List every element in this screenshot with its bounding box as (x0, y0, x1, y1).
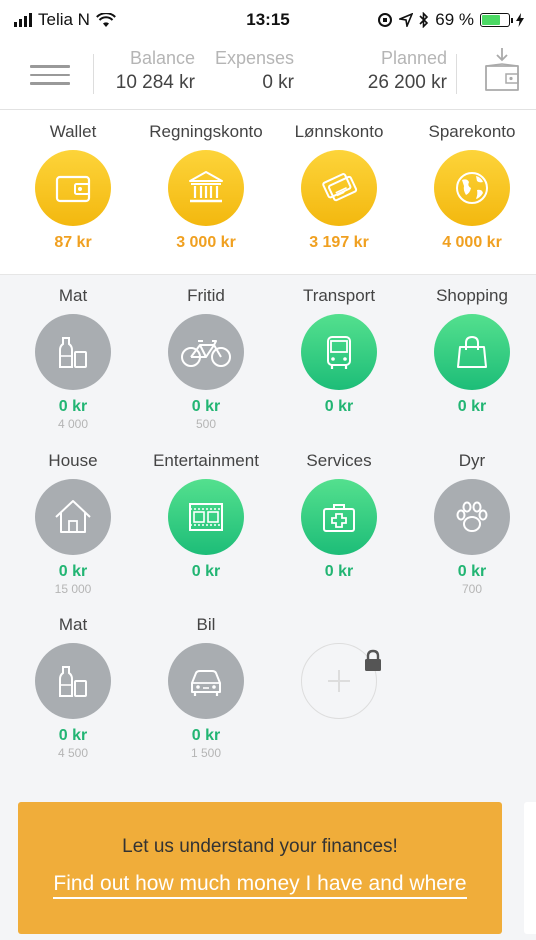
account-lonnskonto[interactable]: Lønnskonto 3 197 kr (272, 122, 406, 252)
cards-icon[interactable] (301, 150, 377, 226)
account-amount: 4 000 kr (442, 234, 502, 251)
bicycle-icon[interactable] (168, 314, 244, 390)
planned-stat[interactable]: Planned 26 200 kr (368, 48, 447, 94)
account-name: Lønnskonto (294, 122, 384, 141)
category-amount: 0 kr (58, 398, 88, 415)
category-amount: 0 kr (191, 398, 221, 415)
category-planned: 700 (461, 582, 483, 596)
bluetooth-icon (419, 12, 429, 28)
battery-icon (480, 13, 513, 27)
category-planned: 1 500 (190, 746, 222, 760)
category-entertainment[interactable]: Entertainment 0 kr (139, 451, 273, 582)
bottles-icon[interactable] (35, 314, 111, 390)
category-name: Services (306, 451, 372, 470)
category-planned: 15 000 (54, 582, 92, 596)
menu-icon[interactable] (30, 65, 70, 87)
category-amount: 0 kr (324, 563, 354, 580)
battery-percent: 69 % (435, 10, 474, 29)
expenses-stat[interactable]: Expenses 0 kr (215, 48, 294, 94)
account-name: Regningskonto (149, 122, 263, 141)
shopping-bag-icon[interactable] (434, 314, 510, 390)
expenses-label: Expenses (214, 48, 294, 68)
bottles-icon[interactable] (35, 643, 111, 719)
category-transport[interactable]: Transport 0 kr (272, 286, 406, 417)
category-dyr[interactable]: Dyr 0 kr 700 (405, 451, 536, 596)
account-name: Wallet (49, 122, 97, 141)
category-name: Transport (302, 286, 376, 305)
planned-value: 26 200 kr (367, 72, 447, 93)
first-aid-icon[interactable] (301, 479, 377, 555)
category-fritid[interactable]: Fritid 0 kr 500 (139, 286, 273, 431)
category-shopping[interactable]: Shopping 0 kr (405, 286, 536, 417)
divider (93, 54, 94, 94)
account-wallet[interactable]: Wallet 87 kr (6, 122, 140, 252)
category-services[interactable]: Services 0 kr (272, 451, 406, 582)
wallet-icon[interactable] (35, 150, 111, 226)
category-planned: 4 500 (57, 746, 89, 760)
film-icon[interactable] (168, 479, 244, 555)
category-amount: 0 kr (324, 398, 354, 415)
paw-icon[interactable] (434, 479, 510, 555)
charging-icon (516, 13, 524, 27)
category-name: Shopping (436, 286, 508, 305)
lock-icon (365, 649, 381, 671)
account-regningskonto[interactable]: Regningskonto 3 000 kr (139, 122, 273, 252)
category-name: House (48, 451, 98, 470)
divider (456, 54, 457, 94)
balance-value: 10 284 kr (115, 72, 195, 93)
category-mat-2[interactable]: Mat 0 kr 4 500 (6, 615, 140, 760)
category-name: Bil (196, 615, 216, 634)
globe-icon[interactable] (434, 150, 510, 226)
banner-text: Let us understand your finances! (122, 836, 398, 857)
category-planned: 500 (195, 417, 217, 431)
category-amount: 0 kr (58, 727, 88, 744)
account-amount: 3 000 kr (176, 234, 236, 251)
category-amount: 0 kr (191, 563, 221, 580)
category-amount: 0 kr (457, 398, 487, 415)
category-name: Dyr (458, 451, 486, 470)
category-planned: 4 000 (57, 417, 89, 431)
onboarding-banner: Let us understand your finances! Find ou… (18, 802, 502, 934)
account-sparekonto[interactable]: Sparekonto 4 000 kr (405, 122, 536, 252)
category-bil[interactable]: Bil 0 kr 1 500 (139, 615, 273, 760)
category-name: Mat (58, 615, 88, 634)
planned-label: Planned (380, 48, 447, 68)
balance-stat[interactable]: Balance 10 284 kr (116, 48, 195, 94)
category-amount: 0 kr (191, 727, 221, 744)
car-icon[interactable] (168, 643, 244, 719)
account-amount: 87 kr (54, 234, 92, 251)
status-bar: Telia N 13:15 69 % (0, 0, 536, 38)
account-amount: 3 197 kr (309, 234, 369, 251)
house-icon[interactable] (35, 479, 111, 555)
bus-icon[interactable] (301, 314, 377, 390)
category-house[interactable]: House 0 kr 15 000 (6, 451, 140, 596)
banner-link[interactable]: Find out how much money I have and where (53, 872, 467, 899)
status-right: 69 % (377, 10, 524, 30)
category-amount: 0 kr (457, 563, 487, 580)
orientation-lock-icon (378, 13, 393, 27)
account-name: Sparekonto (428, 122, 516, 141)
summary-header: Balance 10 284 kr Expenses 0 kr Planned … (0, 38, 536, 110)
category-mat[interactable]: Mat 0 kr 4 000 (6, 286, 140, 431)
add-category-button[interactable] (272, 615, 406, 719)
expenses-value: 0 kr (262, 72, 294, 93)
bank-icon[interactable] (168, 150, 244, 226)
next-card-peek[interactable] (524, 802, 536, 934)
balance-label: Balance (129, 48, 195, 68)
category-name: Fritid (187, 286, 225, 305)
accounts-panel: Wallet 87 kr Regningskonto 3 000 kr Lønn… (0, 110, 536, 275)
wallet-transfer-icon[interactable] (480, 46, 524, 96)
location-icon (399, 13, 414, 27)
category-name: Entertainment (153, 451, 259, 470)
category-name: Mat (58, 286, 88, 305)
category-amount: 0 kr (58, 563, 88, 580)
